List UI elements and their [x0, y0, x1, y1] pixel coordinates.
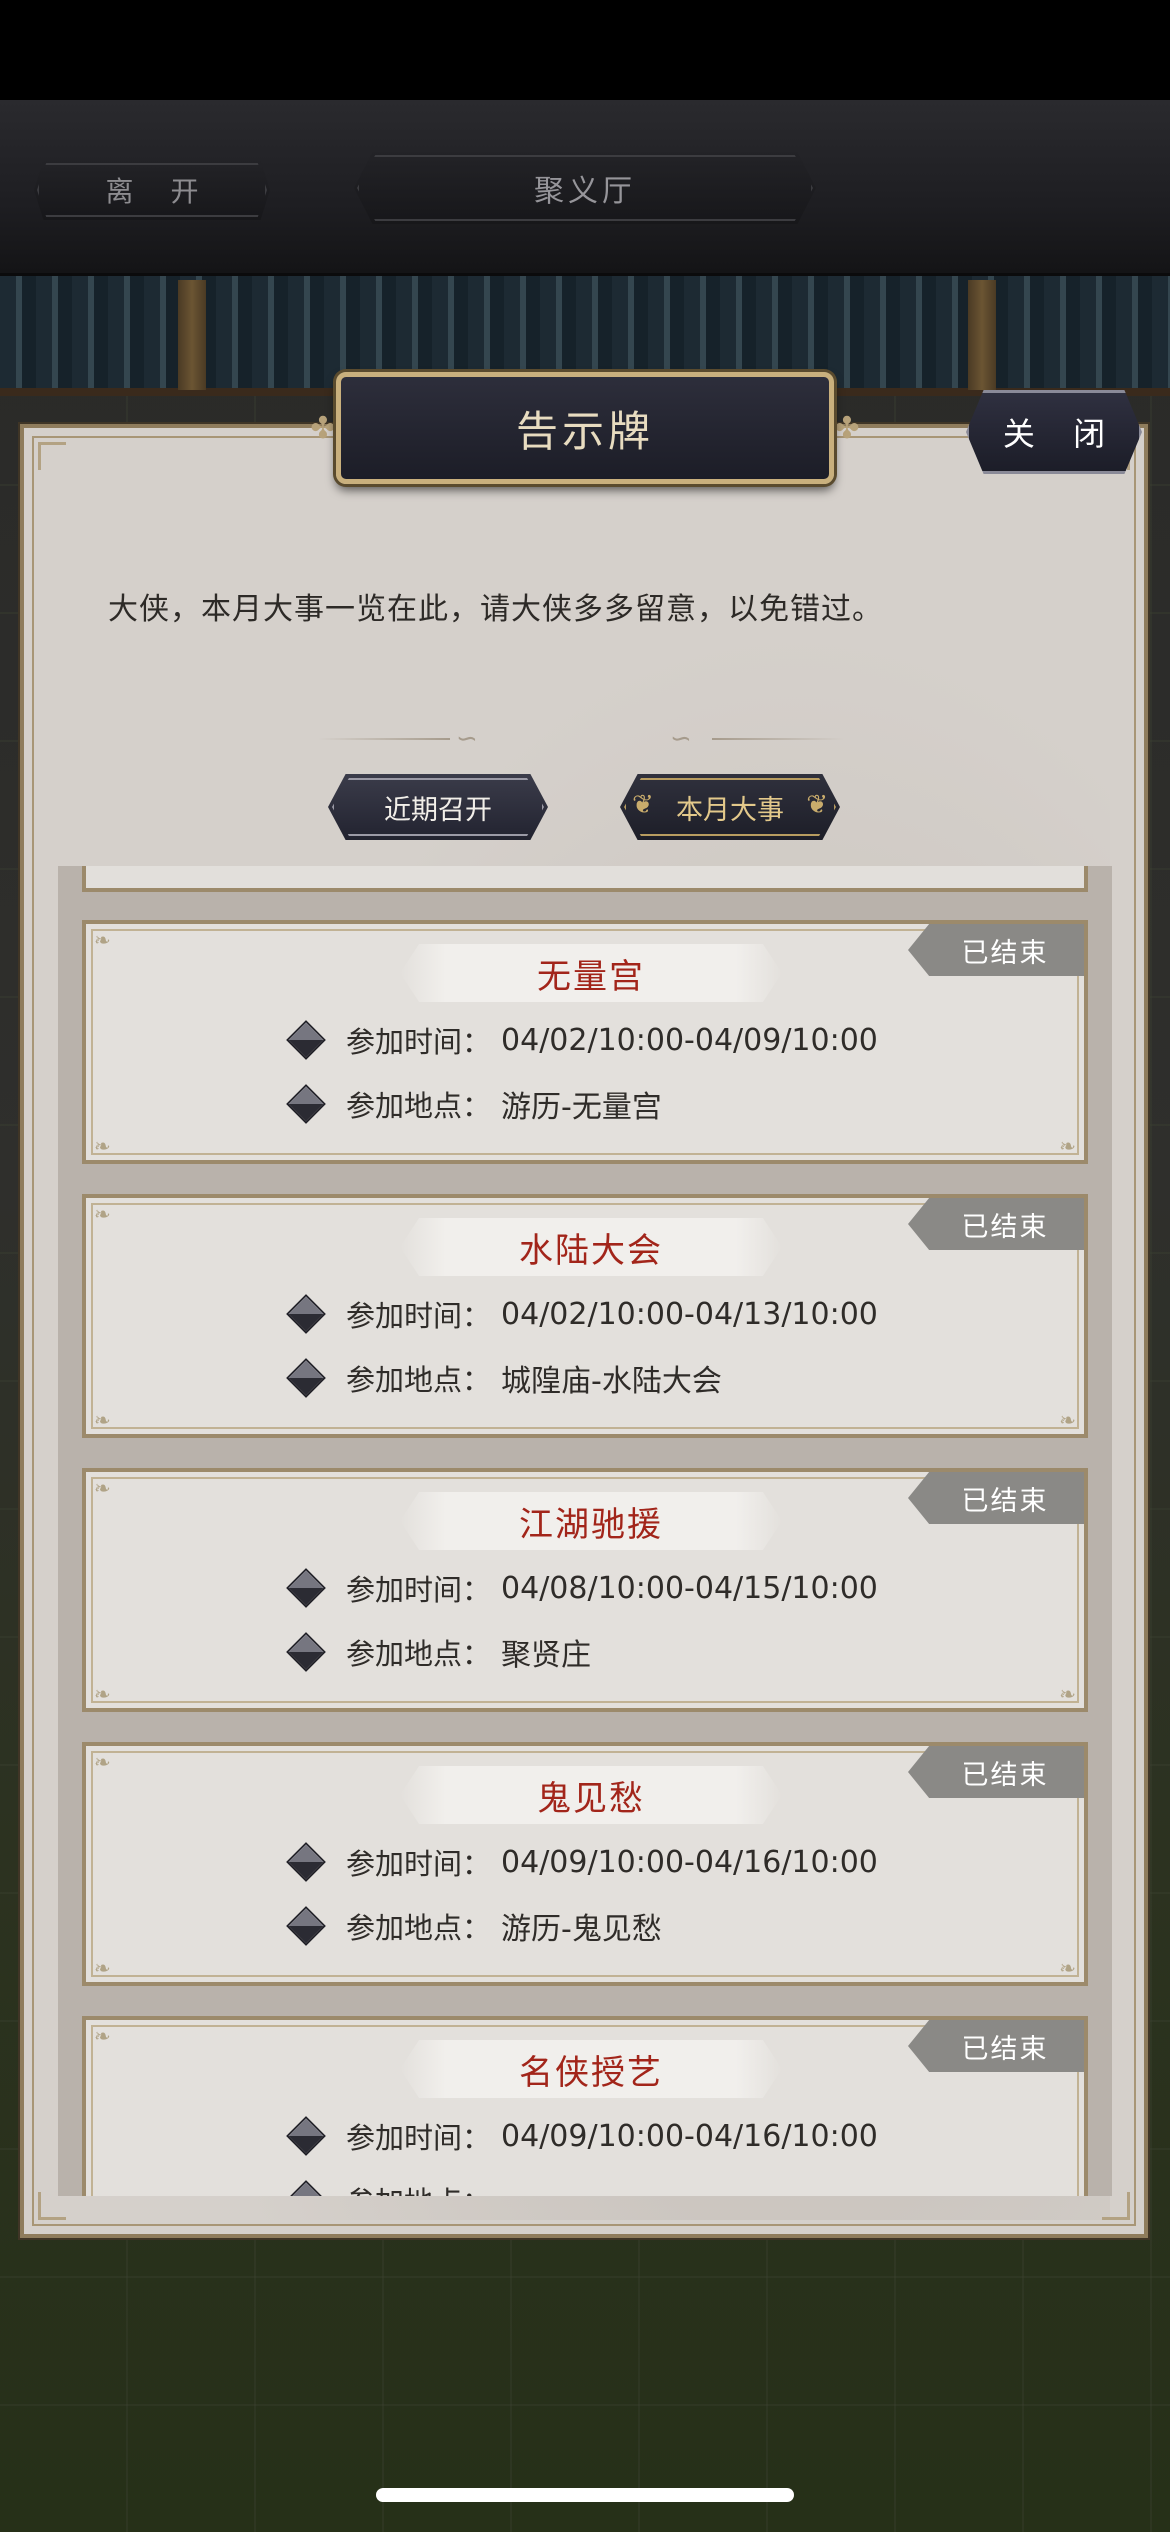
roof-beam [968, 280, 996, 390]
event-time-row: 参加时间： 04/02/10:00-04/13/10:00 [288, 1294, 878, 1334]
event-place-row: 参加地点： 游历-无量宫 [288, 1084, 662, 1125]
time-value: 04/08/10:00-04/15/10:00 [501, 1570, 878, 1606]
status-badge: 已结束 [908, 1198, 1084, 1250]
diamond-icon [288, 2182, 324, 2196]
event-name: 鬼见愁 [400, 1766, 782, 1824]
close-button-label: 关 闭 [1002, 415, 1120, 453]
card-corner-icon: ❧ [94, 2024, 111, 2048]
time-value: 04/02/10:00-04/09/10:00 [501, 1022, 878, 1058]
diamond-icon [288, 1086, 324, 1122]
card-corner-icon: ❧ [94, 1750, 111, 1774]
event-name: 无量宫 [400, 944, 782, 1002]
time-label: 参加时间： [346, 1847, 492, 1881]
place-value: 城隍庙-水陆大会 [501, 1364, 722, 1399]
hall-title-label: 聚义厅 [534, 174, 636, 209]
time-label: 参加时间： [346, 1573, 492, 1607]
intro-text: 大侠，本月大事一览在此，请大侠多多留意，以免错过。 [108, 592, 883, 627]
place-value: 游历-无量宫 [501, 1090, 662, 1125]
card-corner-icon: ❧ [94, 1476, 111, 1500]
event-place-row: 参加地点： 城隍庙-水陆大会 [288, 1358, 722, 1399]
card-corner-icon: ❧ [94, 1134, 111, 1158]
card-corner-icon: ❧ [94, 928, 111, 952]
event-card[interactable]: ❧ ❧ ❧ 江湖驰援 已结束 参加时间： 04/08/10:00-04/15/1… [82, 1468, 1088, 1712]
close-button[interactable]: 关 闭 [966, 390, 1142, 474]
event-name: 水陆大会 [400, 1218, 782, 1276]
divider-left [318, 738, 450, 740]
leave-button-label: 离 开 [105, 175, 213, 208]
diamond-icon [288, 1844, 324, 1880]
corner-ornament [1102, 2192, 1130, 2220]
plaque-ornament-right-icon: ✤ [834, 411, 860, 446]
leave-button[interactable]: 离 开 [34, 160, 270, 220]
diamond-icon [288, 1296, 324, 1332]
status-badge: 已结束 [908, 1472, 1084, 1524]
event-card[interactable]: ❧ ❧ ❧ 无量宫 已结束 参加时间： 04/02/10:00-04/09/10… [82, 920, 1088, 1164]
hall-title: 聚义厅 [354, 152, 816, 224]
tab-ornament-icon: ❦ [806, 790, 828, 820]
event-name: 江湖驰援 [400, 1492, 782, 1550]
card-corner-icon: ❧ [1059, 1956, 1076, 1980]
top-nav-bar: 离 开 聚义厅 [0, 100, 1170, 276]
card-corner-icon: ❧ [1059, 1134, 1076, 1158]
event-time-row: 参加时间： 04/08/10:00-04/15/10:00 [288, 1568, 878, 1608]
status-badge: 已结束 [908, 1746, 1084, 1798]
divider-right [712, 738, 844, 740]
roof-beam [178, 280, 206, 390]
place-label: 参加地点： [346, 1363, 492, 1397]
tab-recent-label: 近期召开 [384, 794, 492, 826]
status-badge: 已结束 [908, 924, 1084, 976]
event-card[interactable]: ❧ 名侠授艺 已结束 参加时间： 04/09/10:00-04/16/10:00… [82, 2016, 1088, 2196]
corner-ornament [38, 442, 66, 470]
place-label: 参加地点： [346, 1637, 492, 1671]
diamond-icon [288, 1634, 324, 1670]
status-bar [0, 0, 1170, 100]
tab-this-month-label: 本月大事 [676, 794, 784, 826]
divider-curl-icon: ∽ [456, 724, 478, 754]
card-corner-icon: ❧ [94, 1682, 111, 1706]
place-value: 聚贤庄 [501, 1638, 592, 1673]
diamond-icon [288, 1570, 324, 1606]
list-item [82, 866, 1088, 892]
notice-title-plaque: 告示牌 [336, 372, 834, 484]
event-time-row: 参加时间： 04/09/10:00-04/16/10:00 [288, 1842, 878, 1882]
status-badge: 已结束 [908, 2020, 1084, 2072]
card-corner-icon: ❧ [1059, 1682, 1076, 1706]
place-label: 参加地点： [346, 2179, 491, 2196]
event-time-row: 参加时间： 04/02/10:00-04/09/10:00 [288, 1020, 878, 1060]
place-value: 游历-鬼见愁 [501, 1912, 662, 1947]
time-label: 参加时间： [346, 1299, 492, 1333]
event-card[interactable]: ❧ ❧ ❧ 鬼见愁 已结束 参加时间： 04/09/10:00-04/16/10… [82, 1742, 1088, 1986]
place-label: 参加地点： [346, 1089, 492, 1123]
diamond-icon [288, 1360, 324, 1396]
event-time-row: 参加时间： 04/09/10:00-04/16/10:00 [288, 2116, 878, 2156]
time-value: 04/09/10:00-04/16/10:00 [501, 2118, 878, 2154]
event-name: 名侠授艺 [400, 2040, 782, 2098]
card-corner-icon: ❧ [94, 1408, 111, 1432]
corner-ornament [38, 2192, 66, 2220]
tab-ornament-icon: ❦ [632, 790, 654, 820]
divider-curl-icon: ∽ [670, 724, 692, 754]
notice-title: 告示牌 [515, 406, 654, 456]
event-card[interactable]: ❧ ❧ ❧ 水陆大会 已结束 参加时间： 04/02/10:00-04/13/1… [82, 1194, 1088, 1438]
diamond-icon [288, 1022, 324, 1058]
card-corner-icon: ❧ [1059, 1408, 1076, 1432]
plaque-ornament-left-icon: ✤ [310, 411, 336, 446]
place-label: 参加地点： [346, 1911, 492, 1945]
time-value: 04/02/10:00-04/13/10:00 [501, 1296, 878, 1332]
event-place-row: 参加地点： 游历-鬼见愁 [288, 1906, 662, 1947]
tab-recent[interactable]: 近期召开 [328, 774, 548, 840]
event-list[interactable]: ❧ ❧ ❧ 无量宫 已结束 参加时间： 04/02/10:00-04/09/10… [58, 866, 1112, 2196]
card-corner-icon: ❧ [94, 1956, 111, 1980]
tab-this-month[interactable]: ❦ 本月大事 ❦ [620, 774, 840, 840]
game-screen: 离 开 聚义厅 ✤ ✤ 告示牌 关 闭 大侠，本月大事一览在此，请大侠多多留意，… [0, 0, 1170, 2532]
card-corner-icon: ❧ [94, 1202, 111, 1226]
time-label: 参加时间： [346, 2121, 492, 2155]
diamond-icon [288, 2118, 324, 2154]
time-label: 参加时间： [346, 1025, 492, 1059]
event-place-row: 参加地点： [288, 2179, 501, 2196]
home-indicator[interactable] [376, 2488, 794, 2502]
event-place-row: 参加地点： 聚贤庄 [288, 1632, 592, 1673]
time-value: 04/09/10:00-04/16/10:00 [501, 1844, 878, 1880]
diamond-icon [288, 1908, 324, 1944]
